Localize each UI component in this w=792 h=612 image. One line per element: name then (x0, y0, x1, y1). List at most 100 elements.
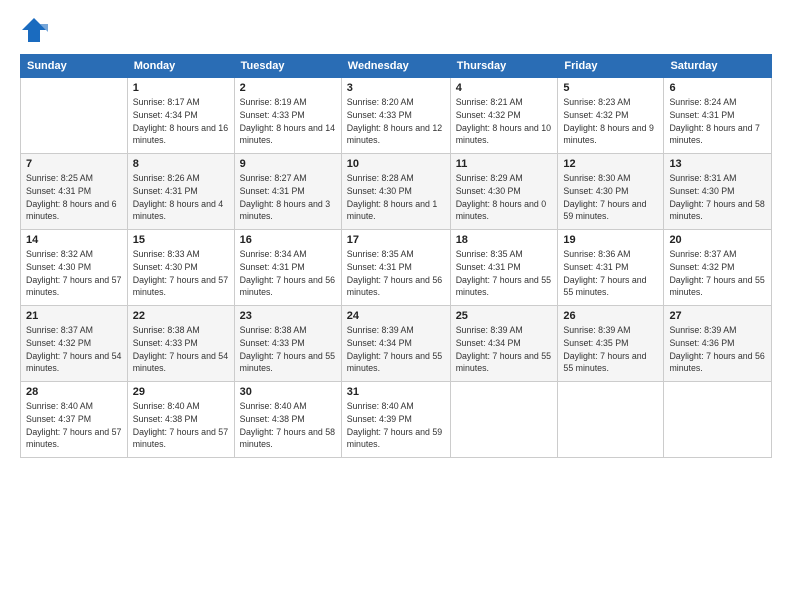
day-number: 20 (669, 234, 766, 246)
day-header-friday: Friday (558, 55, 664, 78)
day-detail: Sunrise: 8:39 AM Sunset: 4:34 PM Dayligh… (456, 324, 553, 375)
day-header-wednesday: Wednesday (341, 55, 450, 78)
calendar-cell (664, 382, 772, 458)
week-row-1: 1 Sunrise: 8:17 AM Sunset: 4:34 PM Daylig… (21, 78, 772, 154)
day-detail: Sunrise: 8:35 AM Sunset: 4:31 PM Dayligh… (456, 248, 553, 299)
day-number: 29 (133, 386, 229, 398)
day-detail: Sunrise: 8:17 AM Sunset: 4:34 PM Dayligh… (133, 96, 229, 147)
day-number: 31 (347, 386, 445, 398)
calendar-cell: 22Sunrise: 8:38 AM Sunset: 4:33 PM Dayli… (127, 306, 234, 382)
day-number: 19 (563, 234, 658, 246)
calendar-cell: 10Sunrise: 8:28 AM Sunset: 4:30 PM Dayli… (341, 154, 450, 230)
day-number: 9 (240, 158, 336, 170)
day-number: 21 (26, 310, 122, 322)
calendar-cell: 16 Sunrise: 8:34 AM Sunset: 4:31 PM Dayli… (234, 230, 341, 306)
day-detail: Sunrise: 8:39 AM Sunset: 4:34 PM Dayligh… (347, 324, 445, 375)
day-number: 23 (240, 310, 336, 322)
day-detail: Sunrise: 8:39 AM Sunset: 4:36 PM Dayligh… (669, 324, 766, 375)
day-number: 5 (563, 82, 658, 94)
day-number: 28 (26, 386, 122, 398)
day-detail: Sunrise: 8:38 AM Sunset: 4:33 PM Dayligh… (240, 324, 336, 375)
calendar-cell: 27 Sunrise: 8:39 AM Sunset: 4:36 PM Dayli… (664, 306, 772, 382)
day-number: 14 (26, 234, 122, 246)
header-row: SundayMondayTuesdayWednesdayThursdayFrid… (21, 55, 772, 78)
week-row-4: 21 Sunrise: 8:37 AM Sunset: 4:32 PM Dayli… (21, 306, 772, 382)
calendar-table: SundayMondayTuesdayWednesdayThursdayFrid… (20, 54, 772, 458)
calendar-cell: 11 Sunrise: 8:29 AM Sunset: 4:30 PM Dayli… (450, 154, 558, 230)
calendar-cell: 19 Sunrise: 8:36 AM Sunset: 4:31 PM Dayli… (558, 230, 664, 306)
day-detail: Sunrise: 8:40 AM Sunset: 4:39 PM Dayligh… (347, 400, 445, 451)
day-detail: Sunrise: 8:28 AM Sunset: 4:30 PM Dayligh… (347, 172, 445, 223)
day-detail: Sunrise: 8:38 AM Sunset: 4:33 PM Dayligh… (133, 324, 229, 375)
calendar-cell: 31 Sunrise: 8:40 AM Sunset: 4:39 PM Dayli… (341, 382, 450, 458)
day-detail: Sunrise: 8:21 AM Sunset: 4:32 PM Dayligh… (456, 96, 553, 147)
week-row-2: 7 Sunrise: 8:25 AM Sunset: 4:31 PM Daylig… (21, 154, 772, 230)
calendar-cell: 13 Sunrise: 8:31 AM Sunset: 4:30 PM Dayli… (664, 154, 772, 230)
day-detail: Sunrise: 8:24 AM Sunset: 4:31 PM Dayligh… (669, 96, 766, 147)
day-header-monday: Monday (127, 55, 234, 78)
day-number: 16 (240, 234, 336, 246)
day-number: 6 (669, 82, 766, 94)
day-number: 13 (669, 158, 766, 170)
day-number: 12 (563, 158, 658, 170)
calendar-cell: 29 Sunrise: 8:40 AM Sunset: 4:38 PM Dayli… (127, 382, 234, 458)
calendar-cell: 12 Sunrise: 8:30 AM Sunset: 4:30 PM Dayli… (558, 154, 664, 230)
calendar-cell: 4 Sunrise: 8:21 AM Sunset: 4:32 PM Daylig… (450, 78, 558, 154)
day-number: 17 (347, 234, 445, 246)
day-header-thursday: Thursday (450, 55, 558, 78)
day-header-saturday: Saturday (664, 55, 772, 78)
day-detail: Sunrise: 8:36 AM Sunset: 4:31 PM Dayligh… (563, 248, 658, 299)
calendar-cell: 28 Sunrise: 8:40 AM Sunset: 4:37 PM Dayli… (21, 382, 128, 458)
day-detail: Sunrise: 8:26 AM Sunset: 4:31 PM Dayligh… (133, 172, 229, 223)
day-detail: Sunrise: 8:40 AM Sunset: 4:38 PM Dayligh… (240, 400, 336, 451)
day-detail: Sunrise: 8:40 AM Sunset: 4:37 PM Dayligh… (26, 400, 122, 451)
day-detail: Sunrise: 8:37 AM Sunset: 4:32 PM Dayligh… (669, 248, 766, 299)
calendar-cell: 24Sunrise: 8:39 AM Sunset: 4:34 PM Dayli… (341, 306, 450, 382)
logo-icon (20, 16, 48, 44)
day-number: 7 (26, 158, 122, 170)
day-number: 4 (456, 82, 553, 94)
day-detail: Sunrise: 8:35 AM Sunset: 4:31 PM Dayligh… (347, 248, 445, 299)
day-number: 18 (456, 234, 553, 246)
day-number: 27 (669, 310, 766, 322)
calendar-cell: 7 Sunrise: 8:25 AM Sunset: 4:31 PM Daylig… (21, 154, 128, 230)
calendar-cell (450, 382, 558, 458)
calendar-cell: 26Sunrise: 8:39 AM Sunset: 4:35 PM Dayli… (558, 306, 664, 382)
calendar-cell: 9 Sunrise: 8:27 AM Sunset: 4:31 PM Daylig… (234, 154, 341, 230)
day-detail: Sunrise: 8:29 AM Sunset: 4:30 PM Dayligh… (456, 172, 553, 223)
calendar-cell: 23 Sunrise: 8:38 AM Sunset: 4:33 PM Dayli… (234, 306, 341, 382)
calendar-cell: 20 Sunrise: 8:37 AM Sunset: 4:32 PM Dayli… (664, 230, 772, 306)
day-detail: Sunrise: 8:19 AM Sunset: 4:33 PM Dayligh… (240, 96, 336, 147)
day-detail: Sunrise: 8:31 AM Sunset: 4:30 PM Dayligh… (669, 172, 766, 223)
day-number: 2 (240, 82, 336, 94)
day-number: 11 (456, 158, 553, 170)
calendar-cell: 21 Sunrise: 8:37 AM Sunset: 4:32 PM Dayli… (21, 306, 128, 382)
day-detail: Sunrise: 8:30 AM Sunset: 4:30 PM Dayligh… (563, 172, 658, 223)
day-detail: Sunrise: 8:34 AM Sunset: 4:31 PM Dayligh… (240, 248, 336, 299)
day-detail: Sunrise: 8:37 AM Sunset: 4:32 PM Dayligh… (26, 324, 122, 375)
day-number: 15 (133, 234, 229, 246)
calendar-cell: 30Sunrise: 8:40 AM Sunset: 4:38 PM Dayli… (234, 382, 341, 458)
week-row-3: 14 Sunrise: 8:32 AM Sunset: 4:30 PM Dayli… (21, 230, 772, 306)
calendar-cell: 18 Sunrise: 8:35 AM Sunset: 4:31 PM Dayli… (450, 230, 558, 306)
calendar-cell (558, 382, 664, 458)
header (20, 16, 772, 44)
calendar-cell: 8Sunrise: 8:26 AM Sunset: 4:31 PM Daylig… (127, 154, 234, 230)
calendar-cell: 15Sunrise: 8:33 AM Sunset: 4:30 PM Dayli… (127, 230, 234, 306)
day-detail: Sunrise: 8:32 AM Sunset: 4:30 PM Dayligh… (26, 248, 122, 299)
calendar-cell: 25 Sunrise: 8:39 AM Sunset: 4:34 PM Dayli… (450, 306, 558, 382)
calendar-cell: 3Sunrise: 8:20 AM Sunset: 4:33 PM Daylig… (341, 78, 450, 154)
day-detail: Sunrise: 8:40 AM Sunset: 4:38 PM Dayligh… (133, 400, 229, 451)
day-header-sunday: Sunday (21, 55, 128, 78)
day-number: 25 (456, 310, 553, 322)
day-number: 1 (133, 82, 229, 94)
day-header-tuesday: Tuesday (234, 55, 341, 78)
day-detail: Sunrise: 8:25 AM Sunset: 4:31 PM Dayligh… (26, 172, 122, 223)
calendar-cell: 1 Sunrise: 8:17 AM Sunset: 4:34 PM Daylig… (127, 78, 234, 154)
day-detail: Sunrise: 8:27 AM Sunset: 4:31 PM Dayligh… (240, 172, 336, 223)
day-number: 26 (563, 310, 658, 322)
day-detail: Sunrise: 8:23 AM Sunset: 4:32 PM Dayligh… (563, 96, 658, 147)
logo (20, 16, 52, 44)
day-detail: Sunrise: 8:20 AM Sunset: 4:33 PM Dayligh… (347, 96, 445, 147)
calendar-cell: 17 Sunrise: 8:35 AM Sunset: 4:31 PM Dayli… (341, 230, 450, 306)
